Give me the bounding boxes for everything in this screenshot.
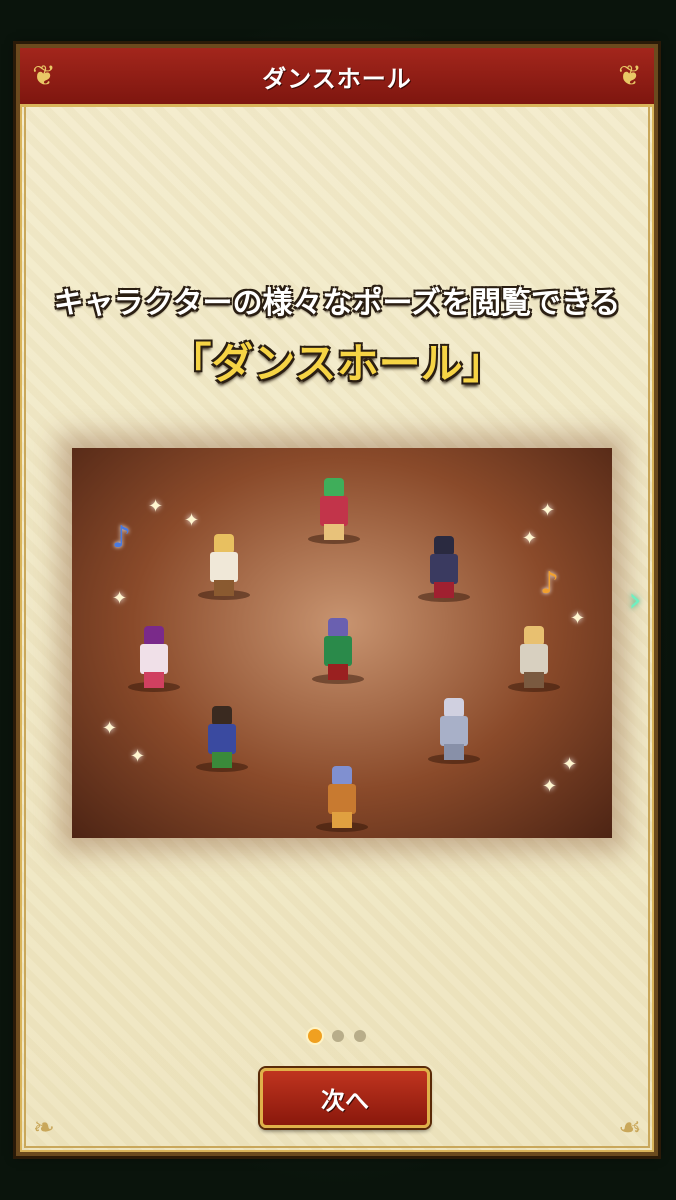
character-sprite	[428, 698, 480, 764]
page-dot-active[interactable]	[308, 1029, 322, 1043]
music-note-icon: ♪	[540, 566, 560, 601]
chevron-right-icon[interactable]: ›	[618, 578, 652, 622]
ornament-icon: ❦	[618, 59, 642, 92]
music-note-icon: ♪	[112, 520, 132, 555]
sparkle-icon: ✦	[130, 746, 146, 767]
page-dot[interactable]	[354, 1030, 366, 1042]
sparkle-icon: ✦	[102, 718, 118, 739]
sparkle-icon: ✦	[542, 776, 558, 797]
dialog-title: ダンスホール	[262, 64, 412, 93]
character-sprite	[196, 706, 248, 772]
character-sprite	[198, 534, 250, 600]
ornament-icon: ❧	[33, 1113, 55, 1143]
sparkle-icon: ✦	[184, 510, 200, 531]
next-button[interactable]: 次へ	[260, 1068, 430, 1128]
sparkle-icon: ✦	[540, 500, 556, 521]
sparkle-icon: ✦	[148, 496, 164, 517]
character-sprite	[508, 626, 560, 692]
sparkle-icon: ✦	[522, 528, 538, 549]
headline: キャラクターの様々なポーズを閲覧できる	[53, 286, 621, 321]
character-sprite	[312, 618, 364, 684]
dialog: ❦ ダンスホール ❦ キャラクターの様々なポーズを閲覧できる 「ダンスホール」	[16, 44, 658, 1156]
title-bar: ❦ ダンスホール ❦	[20, 48, 654, 107]
sparkle-icon: ✦	[562, 754, 578, 775]
feature-name: 「ダンスホール」	[169, 339, 505, 388]
ornament-icon: ☙	[618, 1113, 642, 1143]
character-sprite	[128, 626, 180, 692]
pagination-dots	[20, 1028, 654, 1043]
character-sprite	[418, 536, 470, 602]
character-sprite	[308, 478, 360, 544]
sparkle-icon: ✦	[112, 588, 128, 609]
ornament-icon: ❦	[32, 59, 56, 92]
sparkle-icon: ✦	[570, 608, 586, 629]
page-dot[interactable]	[332, 1030, 344, 1042]
character-sprite	[316, 766, 368, 832]
dance-hall-illustration: ♪ ♪ ✦ ✦ ✦ ✦ ✦ ✦ ✦ ✦ ✦ ✦	[72, 448, 612, 838]
